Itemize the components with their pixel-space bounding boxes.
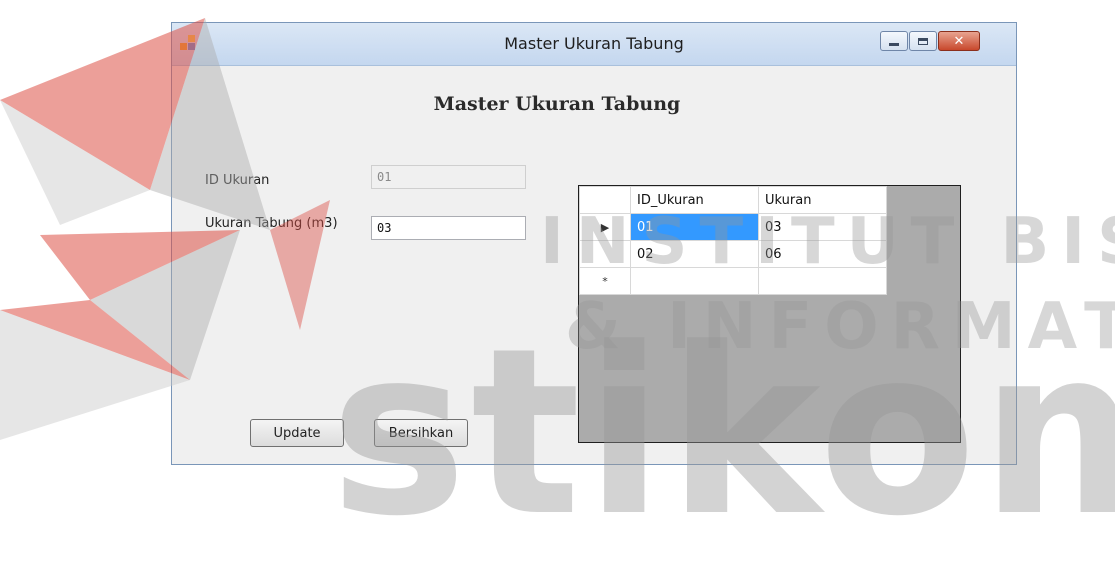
table-row[interactable]: 02 06 <box>579 240 887 268</box>
ukuran-tabung-field[interactable]: 03 <box>371 216 526 240</box>
id-ukuran-label: ID Ukuran <box>205 173 270 188</box>
id-ukuran-field[interactable]: 01 <box>371 165 526 189</box>
table-row[interactable]: ▶ 01 03 <box>579 213 887 241</box>
grid-cell-id[interactable]: 02 <box>630 240 759 268</box>
grid-corner-cell <box>579 186 631 214</box>
grid-cell-ukuran[interactable] <box>758 267 887 295</box>
column-header-ukuran[interactable]: Ukuran <box>758 186 887 214</box>
form-heading: Master Ukuran Tabung <box>433 93 681 115</box>
minimize-button[interactable] <box>880 31 908 51</box>
ukuran-tabung-label: Ukuran Tabung (m3) <box>205 216 338 231</box>
row-header-new-icon[interactable]: * <box>579 267 631 295</box>
app-window: Master Ukuran Tabung ✕ Master Ukuran Tab… <box>171 22 1017 465</box>
grid-cell-ukuran[interactable]: 06 <box>758 240 887 268</box>
column-header-id-ukuran[interactable]: ID_Ukuran <box>630 186 759 214</box>
grid-header-row: ID_Ukuran Ukuran <box>579 186 887 214</box>
maximize-icon <box>918 37 928 45</box>
bersihkan-button[interactable]: Bersihkan <box>374 419 468 447</box>
close-button[interactable]: ✕ <box>938 31 980 51</box>
title-bar[interactable]: Master Ukuran Tabung ✕ <box>172 23 1016 66</box>
minimize-icon <box>889 43 899 46</box>
grid-cell-id[interactable] <box>630 267 759 295</box>
form-content: Master Ukuran Tabung ID Ukuran 01 Ukuran… <box>172 65 1016 464</box>
row-header-current-icon[interactable]: ▶ <box>579 213 631 241</box>
update-button[interactable]: Update <box>250 419 344 447</box>
maximize-button[interactable] <box>909 31 937 51</box>
data-grid[interactable]: ID_Ukuran Ukuran ▶ 01 03 02 06 * <box>578 185 961 443</box>
table-row-new[interactable]: * <box>579 267 887 295</box>
grid-cell-ukuran[interactable]: 03 <box>758 213 887 241</box>
close-icon: ✕ <box>953 33 965 49</box>
grid-table: ID_Ukuran Ukuran ▶ 01 03 02 06 * <box>579 186 887 295</box>
row-header[interactable] <box>579 240 631 268</box>
grid-cell-id[interactable]: 01 <box>630 213 759 241</box>
